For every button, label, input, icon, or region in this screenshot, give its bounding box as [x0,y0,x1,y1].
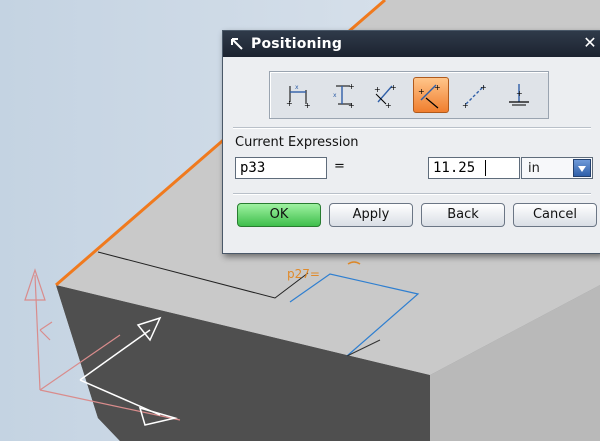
parallel-dimension-icon[interactable]: + + + [369,77,405,113]
svg-text:+: + [286,99,293,108]
point-onto-line-icon[interactable]: + [501,77,537,113]
horizontal-dimension-icon[interactable]: x + + [281,77,317,113]
ok-button[interactable]: OK [237,203,321,227]
dimension-label[interactable]: p27= [287,267,320,281]
svg-text:+: + [434,83,441,92]
svg-text:+: + [304,101,311,110]
svg-text:+: + [480,83,487,92]
unit-dropdown[interactable]: in [521,157,593,179]
perpendicular-dimension-icon[interactable]: + + [413,77,449,113]
svg-text:+: + [462,101,469,110]
expression-name-field[interactable]: p33 [235,157,327,179]
dialog-arrow-icon [229,36,245,52]
separator [233,127,591,129]
vertical-dimension-icon[interactable]: x + + [325,77,361,113]
svg-text:+: + [418,87,425,96]
svg-text:+: + [390,83,397,92]
positioning-dialog: Positioning ✕ x + + x + + + + + + + + + … [222,30,600,254]
svg-text:+: + [374,85,381,94]
close-icon[interactable]: ✕ [581,34,599,52]
svg-text:x: x [295,84,299,91]
svg-text:+: + [348,101,355,110]
svg-text:+: + [385,101,392,110]
expression-value-field[interactable]: 11.25 [428,157,520,179]
cancel-button[interactable]: Cancel [513,203,597,227]
chevron-down-icon[interactable] [573,159,591,177]
svg-text:x: x [333,92,337,99]
back-button[interactable]: Back [421,203,505,227]
parallel-at-distance-icon[interactable]: + + [457,77,493,113]
svg-text:+: + [348,82,355,91]
unit-value: in [528,161,540,176]
apply-button[interactable]: Apply [329,203,413,227]
current-expression-label: Current Expression [235,135,359,150]
svg-text:+: + [516,89,523,98]
positioning-method-toolbar: x + + x + + + + + + + + + + [269,71,549,119]
equals-sign: = [334,159,345,174]
text-caret [485,160,486,176]
dialog-title: Positioning [251,36,343,52]
dialog-titlebar[interactable]: Positioning ✕ [223,31,600,57]
separator [233,193,591,195]
